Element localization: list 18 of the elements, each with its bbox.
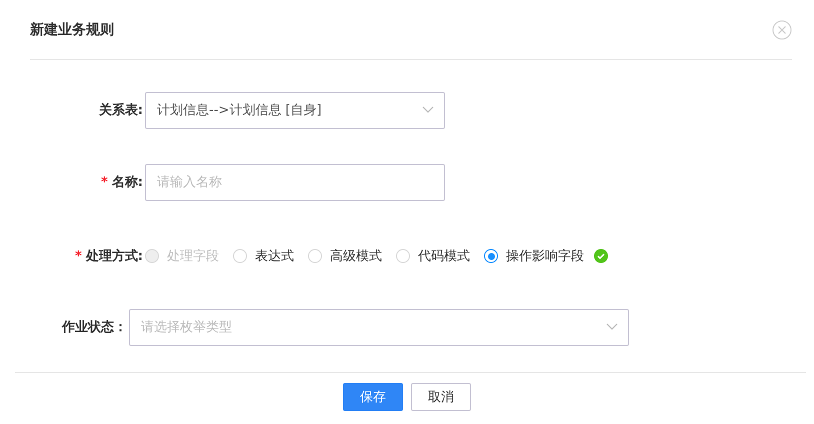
caret-icon [606, 323, 618, 331]
required-asterisk: * [74, 248, 82, 264]
field-label: 关系表: [98, 102, 143, 119]
caret-icon [422, 106, 434, 114]
radio-option[interactable]: 表达式 [233, 247, 294, 265]
cancel-button[interactable]: 取消 [411, 383, 471, 411]
close-icon[interactable] [772, 20, 792, 40]
save-button[interactable]: 保存 [343, 383, 403, 411]
dialog-title: 新建业务规则 [30, 20, 114, 38]
field-label: 作业状态： [62, 319, 127, 336]
field-label: 名称: [112, 174, 143, 191]
field-label: 处理方式: [86, 248, 143, 265]
input-field[interactable]: 请输入名称 [145, 164, 445, 200]
select-field[interactable]: 计划信息-->计划信息 [自身] [145, 92, 445, 128]
radio-option[interactable]: 代码模式 [396, 247, 470, 265]
radio-option[interactable]: 操作影响字段 [484, 247, 584, 265]
radio-option[interactable]: 高级模式 [308, 247, 382, 265]
required-asterisk: * [100, 174, 108, 190]
